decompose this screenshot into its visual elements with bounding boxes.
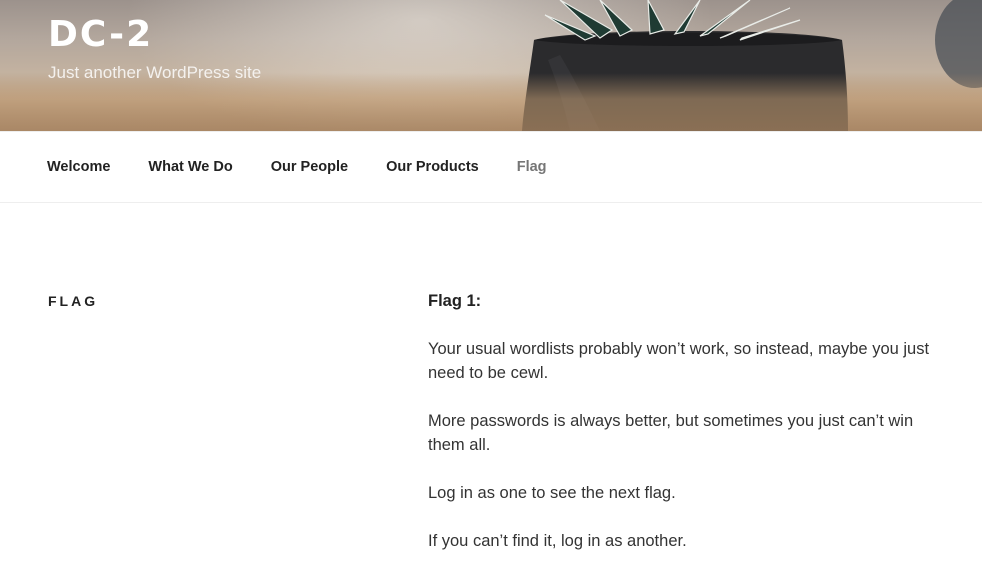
site-branding: DC-2 Just another WordPress site — [48, 12, 261, 84]
site-title[interactable]: DC-2 — [48, 12, 261, 58]
entry-content: Flag 1: Your usual wordlists probably wo… — [428, 289, 948, 577]
paragraph-4: If you can’t find it, log in as another. — [428, 532, 687, 550]
nav-item-welcome[interactable]: Welcome — [28, 157, 129, 177]
nav-menu: Welcome What We Do Our People Our Produc… — [0, 132, 982, 202]
paragraph-1: Your usual wordlists probably won’t work… — [428, 340, 930, 382]
main-navigation: Welcome What We Do Our People Our Produc… — [0, 131, 982, 203]
flag-heading: Flag 1: — [428, 292, 482, 310]
page-title: FLAG — [48, 293, 99, 309]
paragraph-3: Log in as one to see the next flag. — [428, 484, 676, 502]
site-header: DC-2 Just another WordPress site — [0, 0, 982, 131]
nav-item-our-products[interactable]: Our Products — [367, 157, 498, 177]
nav-item-flag[interactable]: Flag — [498, 157, 566, 177]
nav-item-our-people[interactable]: Our People — [252, 157, 367, 177]
paragraph-2: More passwords is always better, but som… — [428, 412, 914, 454]
page-content: FLAG Flag 1: Your usual wordlists probab… — [0, 203, 982, 569]
site-tagline: Just another WordPress site — [48, 63, 262, 82]
nav-item-what-we-do[interactable]: What We Do — [129, 157, 251, 177]
